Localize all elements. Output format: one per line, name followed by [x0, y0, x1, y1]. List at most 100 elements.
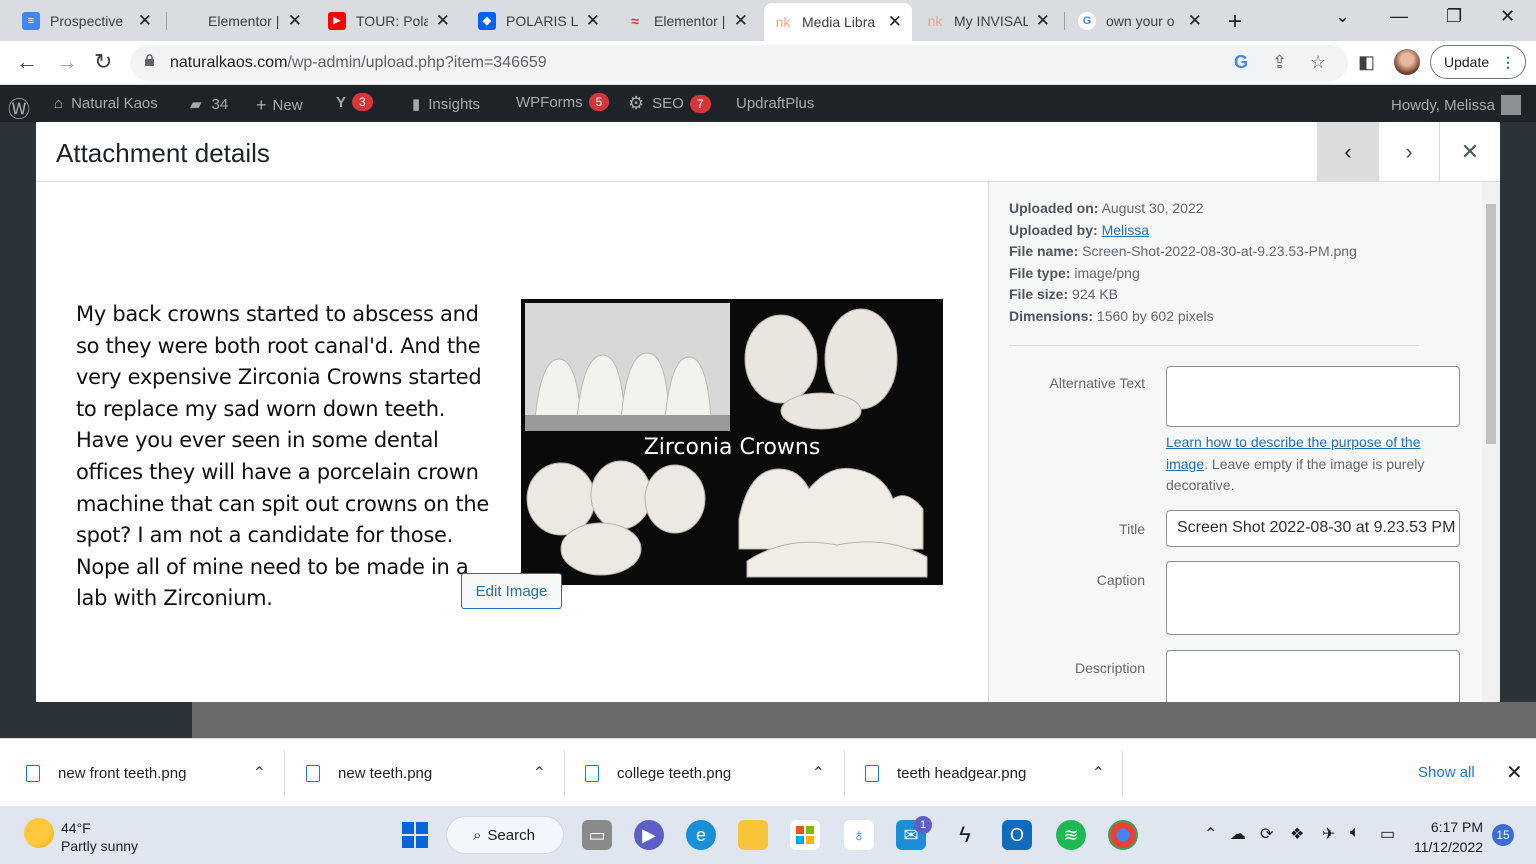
admin-bar-updraftplus[interactable]: UpdraftPlus — [736, 95, 814, 112]
bolt-app-icon[interactable]: ϟ — [950, 820, 980, 850]
wp-admin-bar: Ⓦ ⌂ Natural Kaos ▰ 34 + New Y 3 ▮ Insigh… — [0, 86, 1536, 122]
new-tab-button[interactable]: + — [1228, 8, 1242, 36]
tab-elementor[interactable]: Elementor | ✕ — [170, 4, 312, 37]
admin-bar-new[interactable]: + New — [256, 95, 303, 116]
file-explorer-icon[interactable] — [738, 820, 768, 850]
wordpress-logo-icon[interactable]: Ⓦ — [8, 92, 30, 124]
download-item[interactable]: college teeth.png ⌃ — [585, 739, 825, 807]
tab-title: Elementor | — [654, 12, 726, 29]
bookmark-star-icon[interactable]: ☆ — [1310, 52, 1326, 73]
update-label: Update — [1444, 54, 1490, 70]
close-icon[interactable]: ✕ — [888, 12, 902, 32]
chat-icon[interactable]: ▶ — [634, 820, 664, 850]
date: 11/12/2022 — [1414, 839, 1484, 855]
close-icon[interactable]: ✕ — [288, 11, 302, 31]
admin-bar-site[interactable]: ⌂ Natural Kaos — [54, 95, 158, 112]
close-icon[interactable]: ✕ — [734, 11, 748, 31]
tab-media-library[interactable]: nk Media Libra ✕ — [764, 3, 912, 41]
edge-icon[interactable]: e — [686, 820, 716, 850]
profile-avatar[interactable] — [1394, 49, 1420, 75]
taskbar-search[interactable]: ⌕ Search — [446, 816, 564, 854]
admin-bar-wpforms[interactable]: WPForms 5 — [516, 93, 610, 111]
share-icon[interactable]: ⇪ — [1272, 52, 1287, 73]
tray-overflow-icon[interactable]: ⌃ — [1204, 824, 1217, 844]
volume-icon[interactable]: 🔈︎ — [1350, 824, 1360, 842]
download-separator — [1122, 751, 1123, 797]
tab-search-icon[interactable]: ⌄ — [1335, 6, 1350, 27]
spotify-icon[interactable]: ≋ — [1056, 820, 1086, 850]
uploaded-by-label: Uploaded by: — [1009, 221, 1098, 238]
window-close-icon[interactable]: ✕ — [1500, 6, 1515, 27]
restore-icon[interactable]: ❐ — [1446, 6, 1462, 27]
airplane-mode-icon[interactable]: ✈ — [1322, 824, 1335, 844]
forward-icon[interactable]: → — [56, 49, 78, 75]
back-icon[interactable]: ← — [16, 49, 38, 75]
address-bar[interactable]: naturalkaos.com/wp-admin/upload.php?item… — [130, 45, 1348, 81]
admin-bar-account[interactable]: Howdy, Melissa — [1391, 95, 1521, 115]
admin-bar-comments[interactable]: ▰ 34 — [190, 95, 228, 114]
plus-icon: + — [256, 95, 267, 115]
weather-widget[interactable]: 44°F Partly sunny — [61, 819, 138, 855]
store-icon[interactable] — [790, 820, 820, 850]
outlook-icon[interactable]: O — [1002, 820, 1032, 850]
new-label: New — [272, 97, 303, 114]
task-view-icon[interactable]: ▭ — [582, 820, 612, 850]
tab-dropbox[interactable]: ◆ POLARIS LC ✕ — [468, 4, 610, 37]
uploaded-by-link[interactable]: Melissa — [1102, 222, 1149, 238]
clock[interactable]: 6:17 PM 11/12/2022 — [1414, 817, 1483, 857]
close-icon[interactable]: ✕ — [1188, 11, 1202, 31]
search-icon: ⌕ — [473, 826, 482, 844]
file-size-label: File size: — [1009, 286, 1069, 303]
sidebar-scrollbar[interactable] — [1482, 182, 1500, 702]
modal-close-button[interactable]: ✕ — [1439, 122, 1500, 182]
chevron-up-icon[interactable]: ⌃ — [253, 763, 266, 783]
tab-google[interactable]: G own your o ✕ — [1068, 4, 1212, 37]
tab-title: Media Libra — [802, 14, 876, 30]
title-field[interactable]: Screen Shot 2022-08-30 at 9.23.53 PM — [1166, 510, 1460, 547]
battery-icon[interactable]: ▭ — [1380, 824, 1395, 844]
reload-icon[interactable]: ↻ — [94, 49, 112, 75]
download-item[interactable]: new front teeth.png ⌃ — [26, 739, 266, 807]
close-icon[interactable]: ✕ — [138, 11, 152, 31]
minimize-icon[interactable]: — — [1390, 6, 1408, 27]
medal-app-icon[interactable]: ♁ — [844, 820, 874, 850]
close-downloads-icon[interactable]: ✕ — [1506, 760, 1523, 785]
caption-field[interactable] — [1166, 561, 1460, 635]
file-name-label: File name: — [1009, 243, 1079, 260]
previous-button[interactable]: ‹ — [1317, 122, 1378, 182]
update-button[interactable]: Update ⋮ — [1430, 45, 1526, 79]
close-icon[interactable]: ✕ — [1036, 11, 1050, 31]
admin-bar-insights[interactable]: ▮ Insights — [412, 95, 480, 114]
windows-start-icon[interactable] — [400, 820, 430, 850]
admin-bar-seo[interactable]: ⚙ SEO 7 — [628, 93, 711, 114]
weather-sun-icon[interactable] — [24, 818, 54, 848]
dropbox-tray-icon[interactable]: ❖ — [1290, 824, 1304, 844]
tab-youtube[interactable]: ▶ TOUR: Pola ✕ — [318, 4, 460, 37]
edit-image-button[interactable]: Edit Image — [461, 573, 562, 609]
dimensions-value: 1560 by 602 pixels — [1096, 307, 1214, 324]
notification-badge[interactable]: 15 — [1492, 824, 1514, 846]
download-item[interactable]: teeth headgear.png ⌃ — [865, 739, 1105, 807]
tab-prospective[interactable]: ≡ Prospective ✕ — [12, 4, 162, 37]
description-field[interactable] — [1166, 650, 1460, 702]
tab-elementor-2[interactable]: ≈ Elementor | ✕ — [616, 4, 758, 37]
scrollbar-thumb[interactable] — [1486, 204, 1496, 444]
onedrive-icon[interactable]: ☁ — [1230, 824, 1246, 844]
sync-icon[interactable]: ⟳ — [1260, 824, 1273, 844]
next-button[interactable]: › — [1378, 122, 1439, 182]
download-item[interactable]: new teeth.png ⌃ — [306, 739, 546, 807]
side-panel-icon[interactable]: ◧ — [1358, 52, 1375, 73]
docs-icon: ≡ — [22, 11, 40, 30]
tab-invisalign[interactable]: nk My INVISAL ✕ — [916, 4, 1060, 37]
close-icon[interactable]: ✕ — [586, 11, 600, 31]
alt-text-field[interactable] — [1166, 366, 1460, 427]
google-translate-icon[interactable]: G — [1234, 52, 1248, 73]
show-all-button[interactable]: Show all — [1418, 764, 1475, 781]
admin-bar-yoast[interactable]: Y 3 — [336, 93, 373, 111]
chevron-up-icon[interactable]: ⌃ — [1092, 763, 1105, 783]
blank-icon — [180, 12, 198, 30]
chevron-up-icon[interactable]: ⌃ — [533, 763, 546, 783]
close-icon[interactable]: ✕ — [436, 11, 450, 31]
chrome-icon[interactable] — [1108, 820, 1138, 850]
chevron-up-icon[interactable]: ⌃ — [812, 763, 825, 783]
